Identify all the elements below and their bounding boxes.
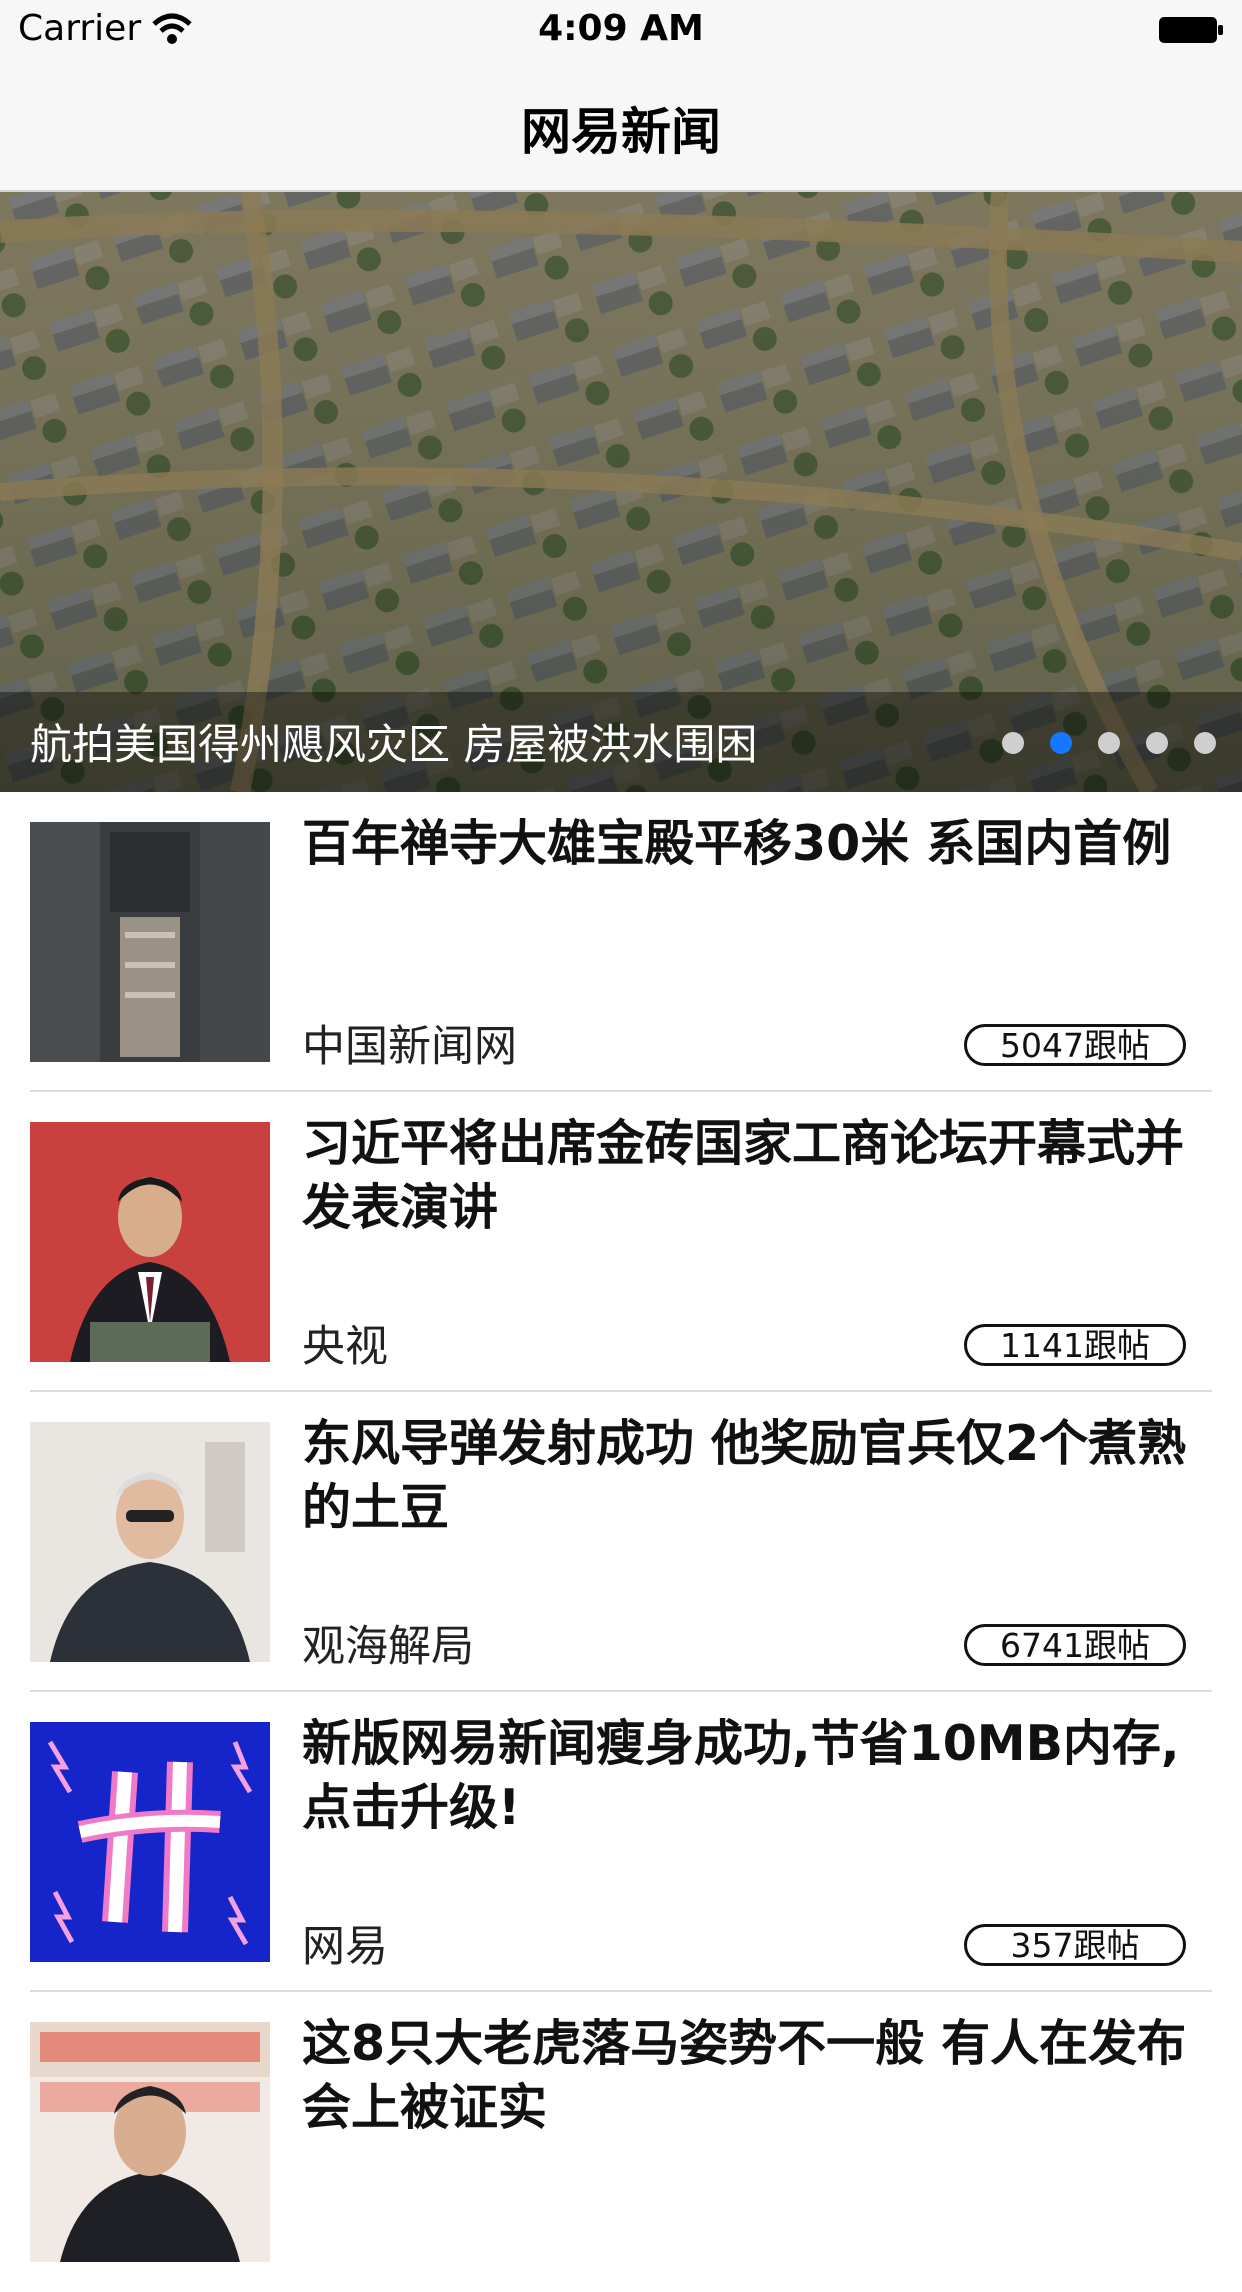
status-bar: Carrier 4:09 AM (0, 0, 1242, 62)
page-dot[interactable] (1098, 732, 1120, 754)
news-item[interactable]: 习近平将出席金砖国家工商论坛开幕式并发表演讲 央视 1141跟帖 (0, 1092, 1242, 1392)
news-item[interactable]: 东风导弹发射成功 他奖励官兵仅2个煮熟的土豆 观海解局 6741跟帖 (0, 1392, 1242, 1692)
clock: 4:09 AM (538, 8, 704, 49)
news-thumbnail (30, 2022, 270, 2262)
news-item[interactable]: 新版网易新闻瘦身成功,节省10MB内存,点击升级! 网易 357跟帖 (0, 1692, 1242, 1992)
news-thumbnail (30, 1722, 270, 1962)
news-title: 这8只大老虎落马姿势不一般 有人在发布会上被证实 (302, 2015, 1187, 2136)
nav-title: 网易新闻 (521, 103, 721, 161)
news-source: 央视 (302, 1322, 388, 1372)
news-item[interactable]: 这8只大老虎落马姿势不一般 有人在发布会上被证实 (0, 1992, 1242, 2292)
page-indicator[interactable] (1002, 732, 1216, 754)
news-item[interactable]: 百年禅寺大雄宝殿平移30米 系国内首例 中国新闻网 5047跟帖 (0, 792, 1242, 1092)
news-list: 百年禅寺大雄宝殿平移30米 系国内首例 中国新闻网 5047跟帖 习近平将出席金… (0, 792, 1242, 2292)
news-source: 观海解局 (302, 1622, 474, 1672)
page-dot[interactable] (1002, 732, 1024, 754)
page-dot[interactable] (1194, 732, 1216, 754)
reply-count-badge[interactable]: 357跟帖 (964, 1924, 1186, 1966)
news-title: 百年禅寺大雄宝殿平移30米 系国内首例 (302, 815, 1172, 872)
news-source: 网易 (302, 1922, 388, 1972)
news-thumbnail (30, 822, 270, 1062)
news-thumbnail (30, 1122, 270, 1362)
news-title: 东风导弹发射成功 他奖励官兵仅2个煮熟的土豆 (302, 1415, 1187, 1536)
reply-count-badge[interactable]: 6741跟帖 (964, 1624, 1186, 1666)
banner-carousel[interactable]: 航拍美国得州飓风灾区 房屋被洪水围困 (0, 192, 1242, 792)
page-dot-active[interactable] (1050, 732, 1072, 754)
reply-count-badge[interactable]: 1141跟帖 (964, 1324, 1186, 1366)
news-title: 新版网易新闻瘦身成功,节省10MB内存,点击升级! (302, 1715, 1180, 1836)
news-source: 中国新闻网 (302, 1022, 517, 1072)
news-title: 习近平将出席金砖国家工商论坛开幕式并发表演讲 (302, 1115, 1185, 1236)
battery-icon (1159, 17, 1223, 43)
news-thumbnail (30, 1422, 270, 1662)
navigation-bar: 网易新闻 (0, 62, 1242, 192)
page-dot[interactable] (1146, 732, 1168, 754)
reply-count-badge[interactable]: 5047跟帖 (964, 1024, 1186, 1066)
banner-caption: 航拍美国得州飓风灾区 房屋被洪水围困 (30, 720, 758, 769)
